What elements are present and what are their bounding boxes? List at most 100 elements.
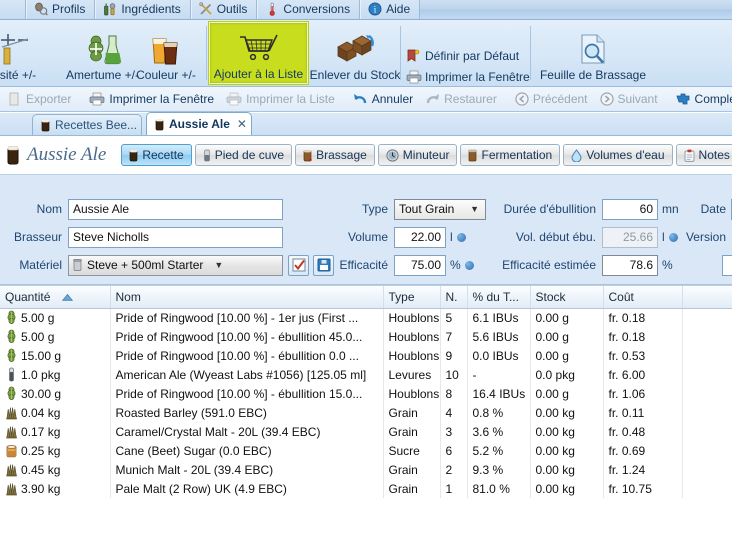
ribbon-tab-outils-label: Outils (217, 2, 248, 16)
document-tab-recettes[interactable]: Recettes Bee... (32, 114, 142, 135)
ribbon-tab-aide[interactable]: i Aide (360, 0, 420, 19)
tab-recette[interactable]: Recette (121, 144, 191, 166)
cell-stock: 0.0 pkg (530, 365, 603, 384)
table-row[interactable]: 0.45 kgMunich Malt - 20L (39.4 EBC)Grain… (0, 460, 732, 479)
grain-icon (5, 481, 18, 496)
cell-quantite: 15.00 g (0, 346, 110, 365)
document-magnifier-icon (573, 32, 613, 68)
table-row[interactable]: 5.00 gPride of Ringwood [10.00 %] - 1er … (0, 308, 732, 327)
table-row[interactable]: 1.0 pkgAmerican Ale (Wyeast Labs #1056) … (0, 365, 732, 384)
volume-input[interactable]: 22.00 (394, 227, 446, 248)
eff-estimee-unit: % (662, 258, 673, 272)
ribbon-button-ajouter-liste[interactable]: Ajouter à la Liste (209, 22, 308, 84)
cell-quantite-text: 0.45 kg (21, 463, 60, 477)
column-header-nom[interactable]: Nom (110, 286, 383, 308)
column-header-quantite[interactable]: Quantité (0, 286, 110, 308)
column-header-extra[interactable] (682, 286, 732, 308)
column-header-pct[interactable]: % du T... (467, 286, 530, 308)
toolbar-precedent[interactable]: Précédent (509, 88, 594, 110)
ribbon-button-feuille-brassage[interactable]: Feuille de Brassage (535, 22, 651, 84)
tab-minuteur[interactable]: Minuteur (378, 144, 458, 166)
tab-notes[interactable]: Notes (676, 144, 732, 166)
toolbar-exporter[interactable]: Exporter (2, 88, 77, 110)
yeast-icon (5, 367, 18, 382)
close-icon[interactable]: ✕ (237, 117, 247, 131)
brasseur-input[interactable]: Steve Nicholls (68, 227, 283, 248)
cell-cout: fr. 0.53 (603, 346, 682, 365)
materiel-select[interactable]: Steve + 500ml Starter ▼ (68, 255, 283, 276)
toolbar-annuler[interactable]: Annuler (347, 88, 419, 110)
hop-icon (5, 348, 18, 363)
duree-input[interactable]: 60 (602, 199, 658, 220)
hop-icon (5, 386, 18, 401)
toolbar-imprimer-liste-label: Imprimer la Liste (246, 92, 335, 106)
ribbon-button-ajouter-liste-label: Ajouter à la Liste (214, 67, 303, 81)
tab-notes-label: Notes (699, 148, 730, 162)
grain-icon (5, 405, 18, 420)
table-row[interactable]: 5.00 gPride of Ringwood [10.00 %] - ébul… (0, 327, 732, 346)
starter-icon (203, 149, 211, 162)
table-row[interactable]: 0.25 kgCane (Beet) Sugar (0.0 EBC)Sucre6… (0, 441, 732, 460)
efficacite-input[interactable]: 75.00 (394, 255, 446, 276)
toolbar-complements[interactable]: Compléments (670, 88, 732, 110)
ribbon-tab-partial[interactable] (0, 0, 26, 19)
column-header-n[interactable]: N. (440, 286, 467, 308)
ribbon-tab-profils-label: Profils (52, 2, 85, 16)
toolbar-imprimer-liste[interactable]: Imprimer la Liste (220, 88, 341, 110)
ribbon-button-couleur[interactable]: Couleur +/- (127, 22, 205, 84)
field-date-label: Date (700, 202, 726, 216)
table-row[interactable]: 30.00 gPride of Ringwood [10.00 %] - ébu… (0, 384, 732, 403)
ribbon-tab-profils[interactable]: Profils (26, 0, 95, 19)
cell-quantite: 5.00 g (0, 327, 110, 346)
table-row[interactable]: 3.90 kgPale Malt (2 Row) UK (4.9 EBC)Gra… (0, 479, 732, 498)
hop-icon (5, 310, 18, 325)
cell-stock: 0.00 g (530, 327, 603, 346)
version-input[interactable] (722, 255, 732, 276)
export-icon (8, 92, 22, 106)
ribbon-button-definir-defaut[interactable]: Définir par Défaut (406, 49, 519, 63)
ribbon-button-enlever-stock[interactable]: Enlever du Stock (311, 22, 399, 84)
document-tab-aussie-ale-label: Aussie Ale (169, 117, 230, 131)
cell-type: Grain (383, 422, 440, 441)
column-header-cout[interactable]: Coût (603, 286, 682, 308)
volume-indicator-dot[interactable] (457, 233, 466, 242)
ribbon-tab-conversions[interactable]: Conversions (257, 0, 360, 19)
toolbar-imprimer-fenetre[interactable]: Imprimer la Fenêtre (83, 88, 220, 110)
tab-volumes-eau[interactable]: Volumes d'eau (563, 144, 672, 166)
cell-extra (682, 422, 732, 441)
cell-n: 1 (440, 479, 467, 498)
tab-brassage[interactable]: Brassage (295, 144, 375, 166)
ribbon-tab-outils[interactable]: Outils (191, 0, 258, 19)
cell-cout: fr. 6.00 (603, 365, 682, 384)
ribbon-tab-ingredients[interactable]: Ingrédients (95, 0, 190, 19)
back-arrow-icon (515, 92, 529, 106)
document-tab-aussie-ale[interactable]: Aussie Ale ✕ (146, 112, 252, 135)
cell-pct: 81.0 % (467, 479, 530, 498)
type-select[interactable]: Tout Grain ▼ (394, 199, 486, 220)
nom-input[interactable]: Aussie Ale (68, 199, 283, 220)
ribbon-button-imprimer-fenetre-ribbon[interactable]: Imprimer la Fenêtre (406, 70, 530, 84)
cell-n: 9 (440, 346, 467, 365)
table-row[interactable]: 15.00 gPride of Ringwood [10.00 %] - ébu… (0, 346, 732, 365)
redo-icon (425, 92, 440, 106)
vol-debut-indicator-dot[interactable] (669, 233, 678, 242)
cell-nom: Pride of Ringwood [10.00 %] - ébullition… (110, 327, 383, 346)
column-header-type[interactable]: Type (383, 286, 440, 308)
table-row[interactable]: 0.17 kgCaramel/Crystal Malt - 20L (39.4 … (0, 422, 732, 441)
efficacite-indicator-dot[interactable] (465, 261, 474, 270)
toolbar-restaurer[interactable]: Restaurer (419, 88, 503, 110)
ribbon-button-enlever-stock-label: Enlever du Stock (310, 68, 401, 82)
cell-type: Houblons (383, 327, 440, 346)
cell-extra (682, 327, 732, 346)
beer-glass-icon (129, 149, 138, 162)
column-header-stock[interactable]: Stock (530, 286, 603, 308)
field-volume-label: Volume (330, 230, 388, 244)
hop-icon (5, 329, 18, 344)
tab-fermentation[interactable]: Fermentation (460, 144, 560, 166)
vol-debut-input: 25.66 (602, 227, 658, 248)
table-row[interactable]: 0.04 kgRoasted Barley (591.0 EBC)Grain40… (0, 403, 732, 422)
toolbar-suivant[interactable]: Suivant (594, 88, 664, 110)
materiel-check-button[interactable] (288, 255, 309, 276)
ribbon-button-densite[interactable]: sité +/- (0, 22, 58, 84)
tab-pied-de-cuve[interactable]: Pied de cuve (195, 144, 292, 166)
